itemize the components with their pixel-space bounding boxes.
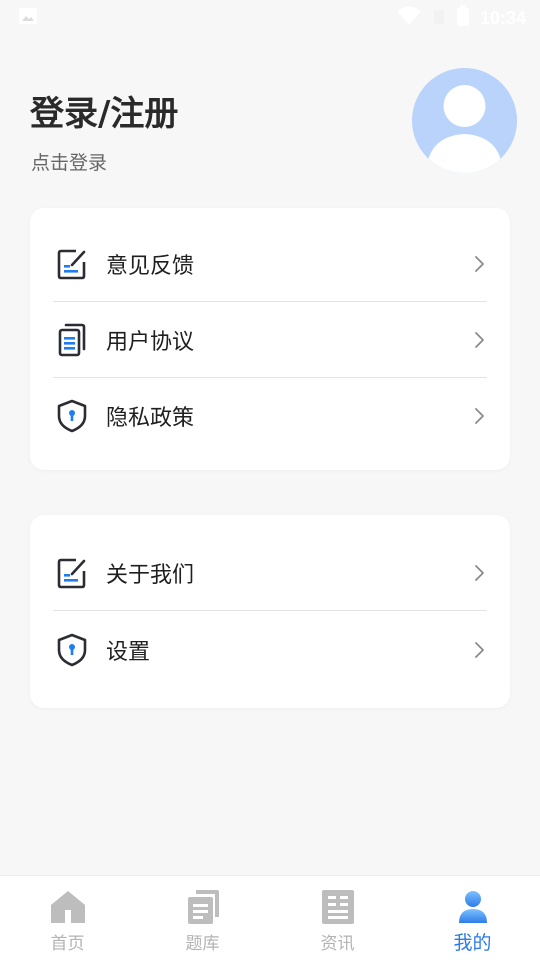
feedback-icon (53, 554, 91, 592)
menu-item-feedback[interactable]: 意见反馈 (53, 226, 487, 302)
chevron-right-icon (471, 254, 487, 274)
document-icon (53, 321, 91, 359)
status-time: 10:34 (479, 7, 526, 28)
menu-item-label: 用户协议 (106, 330, 195, 355)
feedback-icon (53, 245, 91, 283)
menu-item-label: 设置 (106, 640, 151, 665)
menu-item-settings[interactable]: 设置 (53, 612, 487, 688)
menu-item-about-us[interactable]: 关于我们 (53, 535, 487, 611)
tab-profile[interactable]: 我的 (405, 876, 540, 960)
menu-card-about: 关于我们 设置 (30, 515, 510, 708)
wifi-icon (396, 6, 422, 30)
bottom-tab-bar: 首页 题库 资讯 我的 (0, 875, 540, 960)
login-register-title[interactable]: 登录/注册 (30, 86, 178, 135)
profile-header[interactable]: 登录/注册 点击登录 (0, 60, 540, 190)
battery-icon (456, 5, 470, 31)
tab-label: 题库 (185, 934, 220, 954)
profile-icon (454, 888, 492, 926)
shield-icon (53, 397, 91, 435)
menu-item-privacy-policy[interactable]: 隐私政策 (53, 378, 487, 454)
gallery-notification-icon (18, 6, 38, 30)
news-icon (319, 888, 357, 926)
menu-card-general: 意见反馈 用户协议 隐私政策 (30, 208, 510, 470)
menu-item-label: 关于我们 (106, 563, 195, 588)
chevron-right-icon (471, 330, 487, 350)
tab-label: 首页 (50, 934, 85, 954)
tab-question-bank[interactable]: 题库 (135, 876, 270, 960)
signal-icon (432, 6, 446, 30)
shield-icon (53, 631, 91, 669)
status-bar: 10:34 (0, 0, 540, 36)
question-bank-icon (184, 888, 222, 926)
home-icon (49, 888, 87, 926)
tab-label: 我的 (453, 932, 492, 954)
login-hint[interactable]: 点击登录 (31, 148, 107, 175)
avatar[interactable] (412, 68, 517, 173)
chevron-right-icon (471, 563, 487, 583)
tab-news[interactable]: 资讯 (270, 876, 405, 960)
menu-item-label: 隐私政策 (106, 406, 195, 431)
chevron-right-icon (471, 406, 487, 426)
menu-item-label: 意见反馈 (106, 254, 195, 279)
tab-label: 资讯 (320, 934, 355, 954)
tab-home[interactable]: 首页 (0, 876, 135, 960)
chevron-right-icon (471, 640, 487, 660)
default-user-icon (426, 85, 503, 173)
menu-item-user-agreement[interactable]: 用户协议 (53, 302, 487, 378)
